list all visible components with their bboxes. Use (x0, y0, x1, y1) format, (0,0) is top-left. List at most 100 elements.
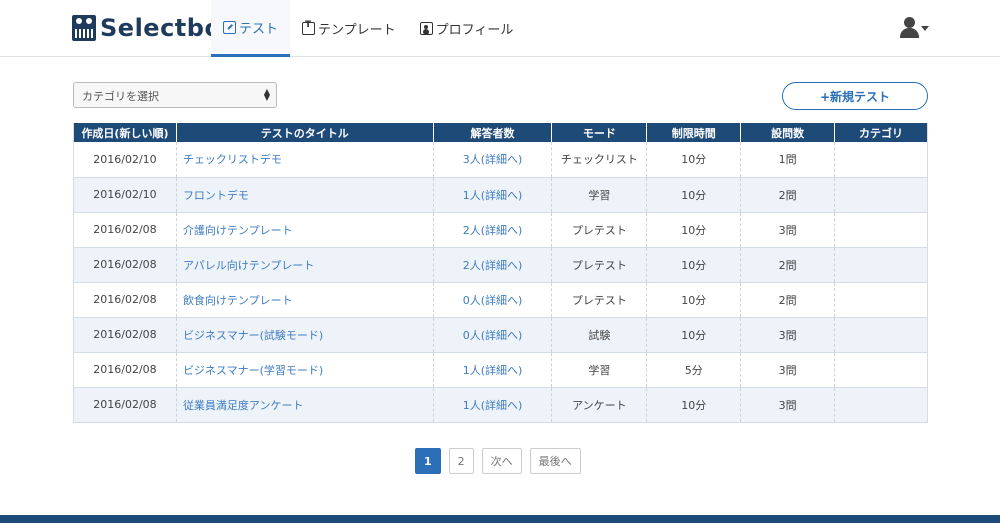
column-header-time-limit: 制限時間 (646, 123, 742, 142)
cell-mode: プレテスト (551, 247, 648, 283)
pagination: 1 2 次へ 最後へ (415, 448, 581, 474)
nav-tab-label: プロフィール (435, 23, 514, 38)
cell-time-limit: 5分 (646, 352, 742, 388)
cell-date: 2016/02/10 (73, 142, 177, 178)
chevron-down-icon (921, 26, 929, 31)
cell-respondents-link[interactable]: 3人(詳細へ) (433, 142, 553, 178)
cell-question-count: 1問 (740, 142, 836, 178)
cell-title-link[interactable]: アパレル向けテンプレート (176, 247, 434, 283)
cell-question-count: 3問 (740, 317, 836, 353)
category-select-value: カテゴリを選択 (82, 90, 159, 103)
column-header-title: テストのタイトル (176, 123, 434, 142)
cell-respondents-link[interactable]: 0人(詳細へ) (433, 282, 553, 318)
cell-date: 2016/02/08 (73, 212, 177, 248)
cell-title-link[interactable]: 飲食向けテンプレート (176, 282, 434, 318)
cell-mode: 試験 (551, 317, 648, 353)
cell-title-link[interactable]: 介護向けテンプレート (176, 212, 434, 248)
cell-question-count: 3問 (740, 387, 836, 423)
cell-title-link[interactable]: ビジネスマナー(学習モード) (176, 352, 434, 388)
cell-time-limit: 10分 (646, 247, 742, 283)
column-header-respondents: 解答者数 (433, 123, 553, 142)
tests-table: 作成日(新しい順) テストのタイトル 解答者数 モード 制限時間 設問数 カテゴ… (73, 123, 928, 423)
cell-mode: 学習 (551, 177, 648, 213)
table-row: 2016/02/08 アパレル向けテンプレート 2人(詳細へ) プレテスト 10分 2問 (73, 247, 928, 283)
select-arrows-icon: ▲ ▼ (263, 87, 270, 102)
table-row: 2016/02/08 飲食向けテンプレート 0人(詳細へ) プレテスト 10分 2問 (73, 282, 928, 318)
nav-tab-tests[interactable]: テスト (211, 0, 291, 57)
cell-mode: チェックリスト (551, 142, 648, 178)
cell-respondents-link[interactable]: 2人(詳細へ) (433, 247, 553, 283)
cell-date: 2016/02/08 (73, 387, 177, 423)
cell-time-limit: 10分 (646, 177, 742, 213)
table-row: 2016/02/08 ビジネスマナー(試験モード) 0人(詳細へ) 試験 10分 3問 (73, 317, 928, 353)
cell-question-count: 2問 (740, 177, 836, 213)
cell-category (834, 247, 928, 283)
cell-title-link[interactable]: フロントデモ (176, 177, 434, 213)
footer-bar (0, 515, 1000, 523)
next-page-button[interactable]: 次へ (481, 448, 522, 474)
last-page-button[interactable]: 最後へ (529, 448, 581, 474)
cell-time-limit: 10分 (646, 282, 742, 318)
cell-date: 2016/02/08 (73, 282, 177, 318)
page-1-button[interactable]: 1 (415, 448, 441, 474)
nav-tab-templates[interactable]: テンプレート (290, 0, 408, 57)
template-icon (302, 20, 316, 35)
cell-question-count: 2問 (740, 247, 836, 283)
page-2-button[interactable]: 2 (448, 448, 474, 474)
user-avatar-icon (904, 17, 915, 28)
main-nav: テスト テンプレート プロフィール (211, 0, 525, 57)
cell-mode: プレテスト (551, 282, 648, 318)
cell-question-count: 3問 (740, 352, 836, 388)
table-row: 2016/02/08 ビジネスマナー(学習モード) 1人(詳細へ) 学習 5分 3問 (73, 352, 928, 388)
cell-category (834, 142, 928, 178)
cell-mode: アンケート (551, 387, 648, 423)
column-header-date[interactable]: 作成日(新しい順) (73, 123, 177, 142)
cell-date: 2016/02/08 (73, 352, 177, 388)
column-header-questions: 設問数 (740, 123, 836, 142)
user-menu[interactable] (900, 17, 930, 39)
cell-question-count: 3問 (740, 212, 836, 248)
cell-respondents-link[interactable]: 1人(詳細へ) (433, 177, 553, 213)
new-test-label: +新規テスト (819, 89, 891, 104)
cell-date: 2016/02/08 (73, 247, 177, 283)
cell-category (834, 387, 928, 423)
cell-respondents-link[interactable]: 0人(詳細へ) (433, 317, 553, 353)
cell-title-link[interactable]: チェックリストデモ (176, 142, 434, 178)
cell-title-link[interactable]: ビジネスマナー(試験モード) (176, 317, 434, 353)
cell-time-limit: 10分 (646, 317, 742, 353)
cell-respondents-link[interactable]: 2人(詳細へ) (433, 212, 553, 248)
cell-title-link[interactable]: 従業員満足度アンケート (176, 387, 434, 423)
cell-category (834, 282, 928, 318)
cell-date: 2016/02/08 (73, 317, 177, 353)
edit-icon (223, 20, 236, 34)
table-row: 2016/02/08 介護向けテンプレート 2人(詳細へ) プレテスト 10分 3問 (73, 212, 928, 248)
table-row: 2016/02/10 フロントデモ 1人(詳細へ) 学習 10分 2問 (73, 177, 928, 213)
cell-time-limit: 10分 (646, 387, 742, 423)
top-header: Selectbot テスト テンプレート プロフィール (0, 0, 1000, 57)
new-test-button[interactable]: +新規テスト (782, 82, 928, 110)
nav-tab-label: テンプレート (318, 23, 396, 38)
cell-mode: プレテスト (551, 212, 648, 248)
category-select[interactable]: カテゴリを選択 ▲ ▼ (73, 82, 277, 108)
cell-respondents-link[interactable]: 1人(詳細へ) (433, 352, 553, 388)
cell-category (834, 212, 928, 248)
column-header-category: カテゴリ (834, 123, 928, 142)
table-row: 2016/02/10 チェックリストデモ 3人(詳細へ) チェックリスト 10分 1問 (73, 142, 928, 178)
cell-respondents-link[interactable]: 1人(詳細へ) (433, 387, 553, 423)
cell-category (834, 177, 928, 213)
cell-category (834, 352, 928, 388)
profile-icon (419, 22, 433, 35)
robot-logo-icon (72, 15, 96, 41)
cell-date: 2016/02/10 (73, 177, 177, 213)
cell-category (834, 317, 928, 353)
cell-question-count: 2問 (740, 282, 836, 318)
cell-time-limit: 10分 (646, 142, 742, 178)
cell-mode: 学習 (551, 352, 648, 388)
table-header-row: 作成日(新しい順) テストのタイトル 解答者数 モード 制限時間 設問数 カテゴ… (73, 123, 928, 142)
selectbot-logo[interactable]: Selectbot (72, 14, 233, 42)
cell-time-limit: 10分 (646, 212, 742, 248)
table-row: 2016/02/08 従業員満足度アンケート 1人(詳細へ) アンケート 10分 3問 (73, 387, 928, 423)
column-header-mode: モード (551, 123, 648, 142)
nav-tab-profile[interactable]: プロフィール (408, 0, 526, 57)
user-avatar-body (900, 28, 919, 38)
